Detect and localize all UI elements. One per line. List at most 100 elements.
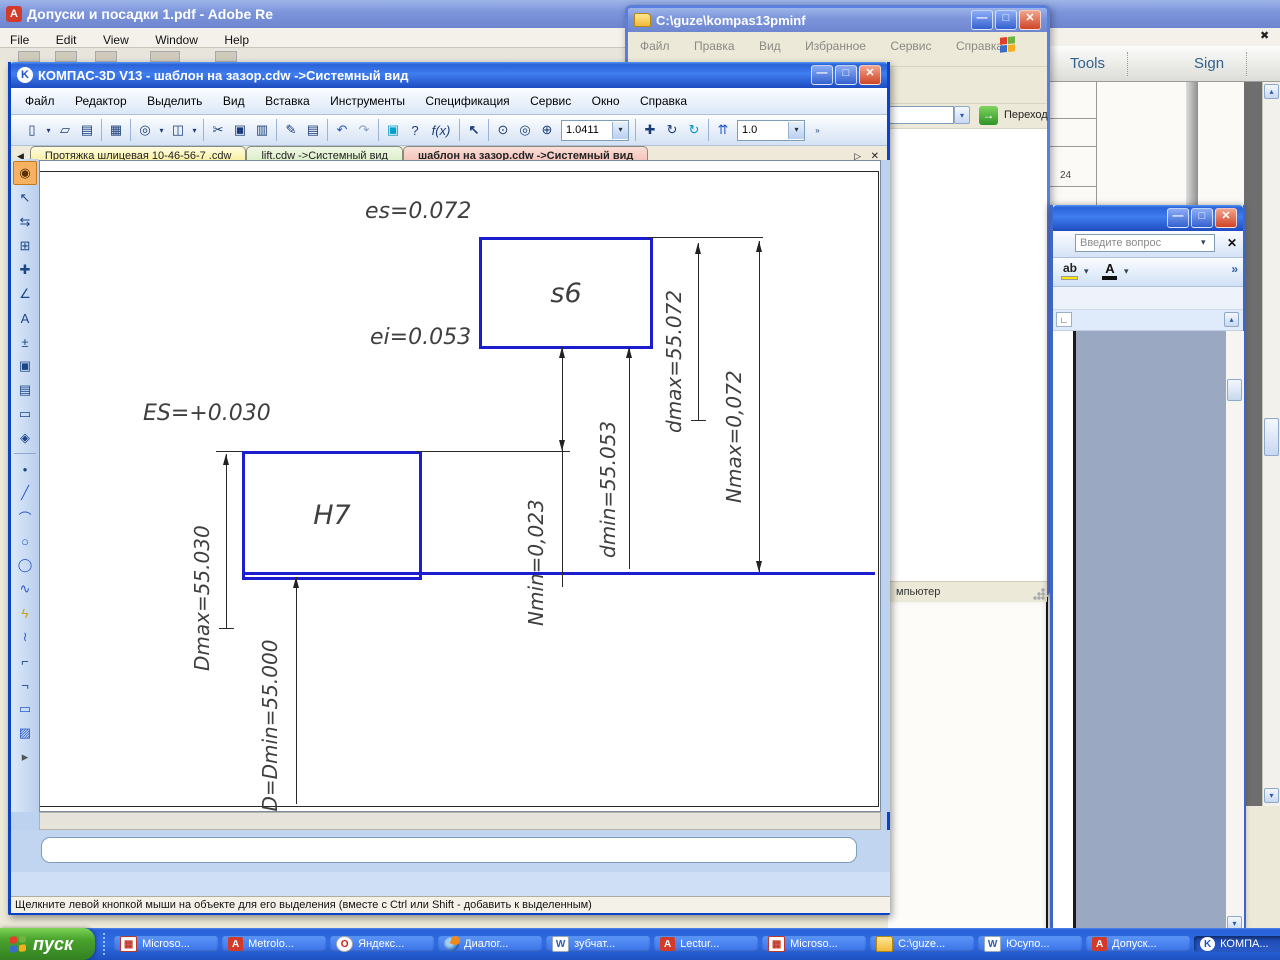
dimensions-panel-button[interactable]: ⇆ [14, 211, 36, 233]
address-dropdown-button[interactable]: ▾ [954, 106, 970, 124]
menu-window[interactable]: Окно [592, 94, 620, 108]
parametrization-panel-button[interactable]: ∠ [14, 283, 36, 305]
adobe-sign-button[interactable]: Sign [1172, 55, 1246, 72]
task-item-yandex-opera[interactable]: OЯндекс... [330, 936, 434, 952]
selection-panel-button[interactable]: ± [14, 331, 36, 353]
new-document-button[interactable]: ▯ [21, 119, 43, 141]
toolbar-options-icon[interactable]: » [1231, 262, 1238, 276]
close-button[interactable]: ✕ [1019, 10, 1041, 30]
explorer-menu-edit[interactable]: Правка [694, 39, 735, 53]
base-diameter-text[interactable]: d=D=Dmin=55.000 [258, 613, 282, 812]
go-button-label[interactable]: Переход [1004, 109, 1048, 121]
save-button[interactable]: ▤ [76, 119, 98, 141]
hole-upper-deviation-text[interactable]: ES=+0.030 [143, 401, 271, 426]
menu-editor[interactable]: Редактор [75, 94, 127, 108]
dim-line-dmax-shaft[interactable] [698, 243, 699, 421]
dmax-hole-text[interactable]: Dmax=55.030 [190, 476, 214, 671]
polyline-tool-button[interactable]: ≀ [14, 626, 36, 648]
paste-button[interactable]: ▥ [251, 119, 273, 141]
task-item-picture-manager-2[interactable]: ▦Microso... [762, 936, 866, 952]
sheets-button[interactable]: ◫ [167, 119, 189, 141]
scroll-down-button[interactable]: ▾ [1264, 788, 1279, 803]
task-item-kompas-active[interactable]: KКОМПА... [1194, 936, 1280, 952]
refresh-button[interactable]: ↻ [683, 119, 705, 141]
menubar-close-icon[interactable]: ✕ [1227, 236, 1237, 250]
zoom-combobox[interactable]: 1.0411 ▾ [561, 120, 629, 141]
nmin-text[interactable]: Nmin=0,023 [524, 461, 548, 626]
designations-panel-button[interactable]: ⊞ [14, 235, 36, 257]
geometry-panel-button[interactable]: ◉ [13, 161, 37, 185]
rotate-button[interactable]: ↻ [661, 119, 683, 141]
menu-help[interactable]: Справка [640, 94, 687, 108]
word-vscrollbar[interactable]: ▾ [1226, 331, 1244, 933]
snap-button[interactable]: ⇈ [712, 119, 734, 141]
scroll-up-button[interactable]: ▴ [1264, 84, 1279, 99]
arc-tool-button[interactable]: ⌒ [14, 506, 36, 528]
context-help-button[interactable]: ↖ [463, 119, 485, 141]
pan-button[interactable]: ✚ [639, 119, 661, 141]
segment-tool-button[interactable]: ╱ [14, 482, 36, 504]
task-item-zubchat-word[interactable]: Wзубчат... [546, 936, 650, 952]
dim-line-nmin[interactable] [562, 347, 563, 587]
resize-grip[interactable] [1033, 588, 1045, 600]
minimize-button[interactable]: — [811, 65, 833, 85]
format-brush-button[interactable]: ✎ [280, 119, 302, 141]
shaft-field-label[interactable]: s6 [550, 278, 581, 309]
report-panel-button[interactable]: ▭ [14, 403, 36, 425]
dmin-shaft-text[interactable]: dmin=55.053 [596, 383, 620, 558]
shaft-tolerance-box[interactable]: s6 [479, 237, 653, 349]
bezier-tool-button[interactable]: ϟ [14, 602, 36, 624]
redo-button[interactable]: ↷ [353, 119, 375, 141]
point-tool-button[interactable]: • [14, 458, 36, 480]
upper-deviation-text[interactable]: es=0.072 [365, 199, 471, 224]
cut-button[interactable]: ✂ [207, 119, 229, 141]
dmax-shaft-text[interactable]: dmax=55.072 [662, 253, 686, 433]
adobe-menu-view[interactable]: View [103, 33, 129, 47]
adobe-menu-help[interactable]: Help [224, 33, 249, 47]
menu-select[interactable]: Выделить [147, 94, 202, 108]
font-color-button[interactable]: A [1099, 261, 1121, 281]
specification-panel-button[interactable]: ▤ [14, 379, 36, 401]
tab-selector-box[interactable]: ∟ [1056, 312, 1072, 327]
copy-button[interactable]: ▣ [229, 119, 251, 141]
maximize-button[interactable]: □ [1191, 208, 1213, 228]
select-panel-button[interactable]: ↖ [14, 187, 36, 209]
ellipse-tool-button[interactable]: ◯ [14, 554, 36, 576]
explorer-menu-file[interactable]: Файл [640, 39, 670, 53]
scroll-up-button[interactable]: ▴ [1224, 312, 1239, 327]
menu-tools[interactable]: Инструменты [330, 94, 405, 108]
task-item-picture-manager[interactable]: ▦Microso... [114, 936, 218, 952]
question-box[interactable]: Введите вопрос [1075, 234, 1215, 252]
zoom-selection-button[interactable]: ◎ [514, 119, 536, 141]
fx-button[interactable]: f(x) [426, 119, 456, 141]
dim-line-nmax[interactable] [759, 241, 760, 572]
editing-panel-button[interactable]: ✚ [14, 259, 36, 281]
step-combobox[interactable]: 1.0 ▾ [737, 120, 805, 141]
explorer-menu-help[interactable]: Справка [956, 39, 1003, 53]
insert-panel-button[interactable]: ◈ [14, 427, 36, 449]
word-document-area[interactable]: ▾ [1053, 331, 1243, 933]
go-button-icon[interactable]: → [979, 106, 998, 125]
hole-field-label[interactable]: H7 [313, 500, 350, 531]
font-color-dropdown-icon[interactable]: ▾ [1124, 266, 1129, 277]
adobe-toolbar-close-icon[interactable]: ✖ [1260, 29, 1269, 42]
zoom-area-button[interactable]: ⊙ [492, 119, 514, 141]
open-button[interactable]: ▱ [54, 119, 76, 141]
adobe-scrollbar[interactable]: ▴ ▾ [1262, 82, 1280, 806]
chamfer-tool-button[interactable]: ⌐ [14, 650, 36, 672]
task-item-metrology-pdf[interactable]: AMetrolo... [222, 936, 326, 952]
explorer-menu-favorites[interactable]: Избранное [805, 39, 866, 53]
hole-tolerance-box[interactable]: H7 [242, 451, 422, 580]
task-item-lecture-pdf[interactable]: ALectur... [654, 936, 758, 952]
lower-deviation-text[interactable]: ei=0.053 [370, 325, 471, 350]
menu-insert[interactable]: Вставка [265, 94, 310, 108]
close-button[interactable]: ✕ [859, 65, 881, 85]
menu-specification[interactable]: Спецификация [425, 94, 509, 108]
views-panel-button[interactable]: ▣ [14, 355, 36, 377]
task-item-yusupo-word[interactable]: WЮсупо... [978, 936, 1082, 952]
task-item-dopusk-pdf[interactable]: AДопуск... [1086, 936, 1190, 952]
print-button[interactable]: ▦ [105, 119, 127, 141]
dim-line-dmax-hole[interactable] [226, 454, 227, 629]
question-dropdown-icon[interactable]: ▾ [1201, 237, 1206, 248]
undo-button[interactable]: ↶ [331, 119, 353, 141]
